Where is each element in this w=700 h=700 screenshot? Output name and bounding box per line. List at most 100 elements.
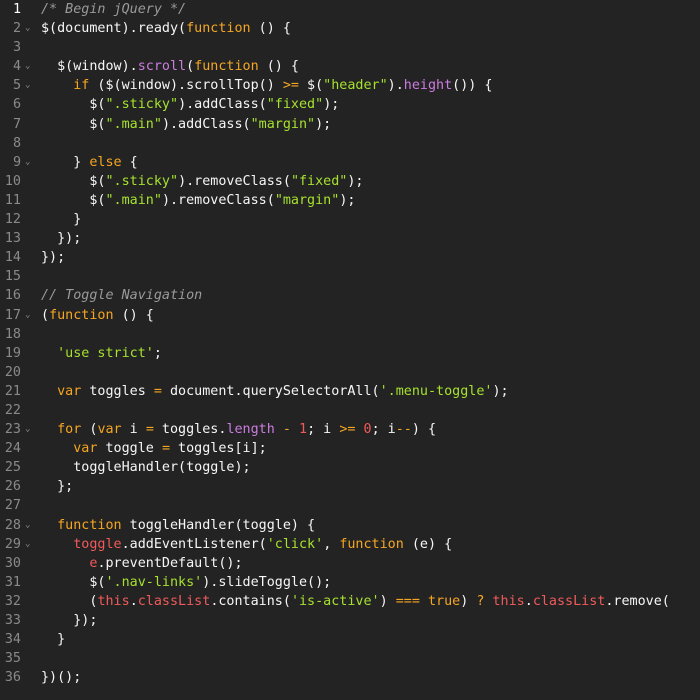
code-text[interactable]: $(".main").removeClass("margin"); [41,191,355,210]
code-line[interactable]: 10 $(".sticky").removeClass("fixed"); [0,172,700,191]
code-line[interactable]: 34 } [0,630,700,649]
code-text[interactable]: if ($(window).scrollTop() >= $("header")… [41,76,492,95]
line-number: 23 [4,422,21,438]
code-text[interactable]: $(".main").addClass("margin"); [41,115,331,134]
fold-chevron-icon[interactable]: ⌄ [25,306,30,325]
code-line[interactable]: 20 [0,363,700,382]
code-line[interactable]: 23 ⌄ for (var i = toggles.length - 1; i >… [0,420,700,439]
code-token-keyword: function [57,517,122,533]
line-number: 35 [4,651,21,667]
fold-chevron-icon[interactable]: ⌄ [25,19,30,38]
fold-chevron-icon[interactable]: ⌄ [25,57,30,76]
code-line[interactable]: 28 ⌄ function toggleHandler(toggle) { [0,516,700,535]
code-line[interactable]: 6 $(".sticky").addClass("fixed"); [0,95,700,114]
code-line[interactable]: 35 [0,649,700,668]
code-text[interactable]: } [41,210,81,229]
code-text[interactable]: $(document).ready(function () { [41,19,291,38]
code-token-keyword: === [395,593,420,609]
code-line[interactable]: 19 'use strict'; [0,344,700,363]
code-text[interactable]: })(); [41,668,81,687]
code-line[interactable]: 3 [0,38,700,57]
code-text[interactable]: toggle.addEventListener('click', functio… [41,535,452,554]
code-token-plain: ).addClass( [161,116,251,132]
code-token-plain: ; i [307,422,340,438]
code-token-plain: . [524,593,533,609]
code-line[interactable]: 7 $(".main").addClass("margin"); [0,115,700,134]
code-line[interactable]: 26 }; [0,477,700,496]
line-number: 11 [4,192,21,208]
code-token-string: "fixed" [266,97,324,113]
code-line[interactable]: 1 /* Begin jQuery */ [0,0,700,19]
code-line[interactable]: 31 $('.nav-links').slideToggle(); [0,573,700,592]
code-token-string: ".sticky" [105,173,179,189]
code-line[interactable]: 13 }); [0,229,700,248]
code-editor[interactable]: 1/* Begin jQuery */2 ⌄ $(document).ready(f… [0,0,700,700]
code-line[interactable]: 11 $(".main").removeClass("margin"); [0,191,700,210]
code-lines[interactable]: 1/* Begin jQuery */2 ⌄ $(document).ready(f… [0,0,700,687]
code-token-comment: // Toggle Navigation [41,288,203,304]
code-token-string: 'click' [266,536,324,552]
code-text[interactable]: for (var i = toggles.length - 1; i >= 0;… [41,420,436,439]
code-token-plain: ).addClass( [178,97,267,113]
code-line[interactable]: 33 }); [0,611,700,630]
code-text[interactable]: }); [41,611,97,630]
code-token-string: "margin" [274,192,340,208]
code-token-comment: /* Begin jQuery */ [41,2,187,17]
code-token-keyword: for [57,422,82,438]
code-line[interactable]: 14}); [0,248,700,267]
fold-chevron-icon[interactable]: ⌄ [25,153,30,172]
code-text[interactable]: $('.nav-links').slideToggle(); [41,573,331,592]
code-line[interactable]: 36})(); [0,668,700,687]
code-token-plain: }; [41,479,74,495]
fold-chevron-icon[interactable]: ⌄ [25,76,30,95]
code-line[interactable]: 30 e.preventDefault(); [0,554,700,573]
code-text[interactable]: var toggle = toggles[i]; [41,439,267,458]
code-line[interactable]: 21 var toggles = document.querySelectorA… [0,382,700,401]
code-text[interactable]: toggleHandler(toggle); [41,458,250,477]
code-token-plain: ()) { [452,78,493,94]
code-token-string: 'use strict' [57,345,154,361]
fold-chevron-icon[interactable]: ⌄ [25,535,30,554]
code-line[interactable]: 29 ⌄ toggle.addEventListener('click', fun… [0,535,700,554]
code-token-this: this [492,593,525,609]
line-number: 10 [4,173,21,189]
code-text[interactable]: e.preventDefault(); [41,554,242,573]
code-text[interactable]: }; [41,477,73,496]
code-text[interactable]: } else { [41,153,138,172]
code-text[interactable]: // Toggle Navigation [41,286,202,305]
code-text[interactable]: $(".sticky").removeClass("fixed"); [41,172,363,191]
code-text[interactable]: $(window).scroll(function () { [41,57,299,76]
code-text[interactable]: var toggles = document.querySelectorAll(… [41,382,508,401]
fold-chevron-icon[interactable]: ⌄ [25,516,30,535]
line-number: 12 [4,212,21,228]
code-text[interactable]: function toggleHandler(toggle) { [41,516,315,535]
fold-chevron-icon[interactable]: ⌄ [25,420,30,439]
code-line[interactable]: 22 [0,401,700,420]
line-number: 27 [4,498,21,514]
code-text[interactable]: /* Begin jQuery */ [41,0,186,19]
code-text[interactable]: $(".sticky").addClass("fixed"); [41,95,339,114]
code-line[interactable]: 2 ⌄ $(document).ready(function () { [0,19,700,38]
code-line[interactable]: 8 [0,134,700,153]
code-text[interactable]: }); [41,229,81,248]
code-text[interactable]: 'use strict'; [41,344,162,363]
code-line[interactable]: 24 var toggle = toggles[i]; [0,439,700,458]
code-line[interactable]: 32 (this.classList.contains('is-active')… [0,592,700,611]
code-line[interactable]: 25 toggleHandler(toggle); [0,458,700,477]
code-text[interactable]: (this.classList.contains('is-active') ==… [41,592,670,611]
code-line[interactable]: 27 [0,496,700,515]
code-line[interactable]: 5 ⌄ if ($(window).scrollTop() >= $("heade… [0,76,700,95]
code-line[interactable]: 9 ⌄ } else { [0,153,700,172]
code-token-keyword: -- [395,422,412,438]
code-line[interactable]: 15 [0,267,700,286]
code-text[interactable]: } [41,630,65,649]
code-line[interactable]: 17 ⌄ (function () { [0,306,700,325]
code-token-this: classList [137,593,211,609]
code-line[interactable]: 12 } [0,210,700,229]
code-line[interactable]: 18 [0,325,700,344]
code-text[interactable]: }); [41,248,65,267]
code-line[interactable]: 4 ⌄ $(window).scroll(function () { [0,57,700,76]
code-text[interactable]: (function () { [41,306,154,325]
code-line[interactable]: 16 // Toggle Navigation [0,286,700,305]
code-token-string: ".main" [105,192,162,208]
